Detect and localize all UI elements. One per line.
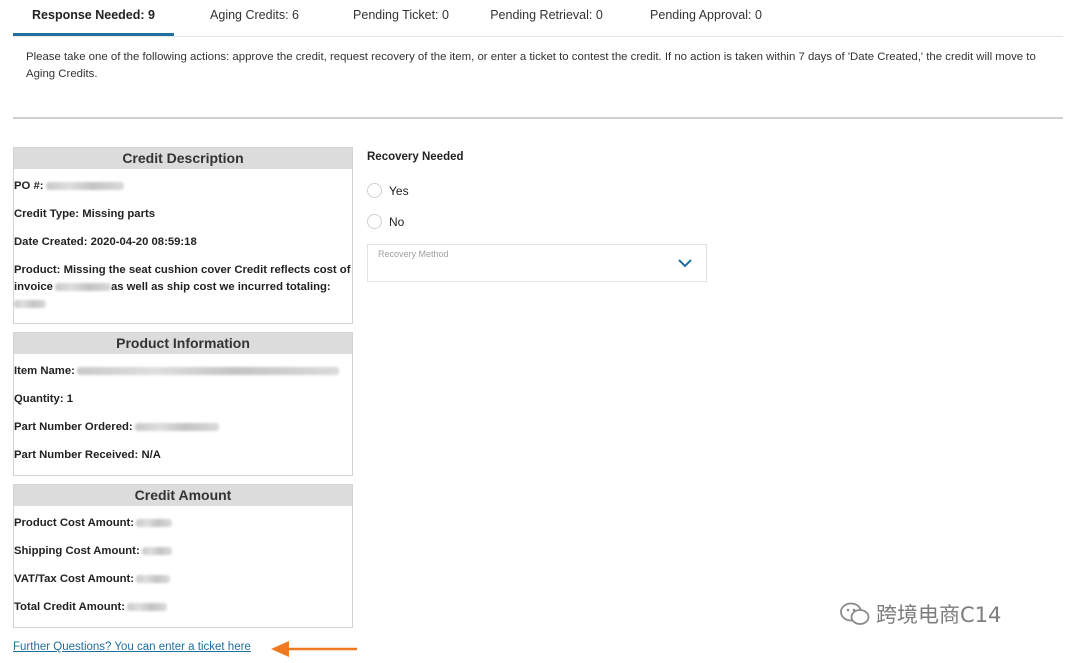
watermark: 跨境电商C14 [840, 599, 1001, 629]
recovery-needed-title: Recovery Needed [367, 151, 464, 163]
instructions-text: Please take one of the following actions… [26, 51, 1036, 80]
vat-cost-redacted [136, 575, 171, 584]
item-name-row: Item Name: [14, 363, 352, 380]
item-name-redacted [76, 367, 339, 376]
credit-type-row: Credit Type: Missing parts [14, 208, 156, 220]
tab-pending-approval[interactable]: Pending Approval: 0 [626, 0, 786, 36]
part-number-redacted [134, 423, 219, 432]
po-value-redacted [45, 182, 124, 191]
section-divider [13, 117, 1063, 119]
shipping-cost-row: Shipping Cost Amount: [14, 543, 352, 560]
tab-pending-retrieval[interactable]: Pending Retrieval: 0 [467, 0, 626, 36]
credit-amount-panel: Credit Amount Product Cost Amount: Shipp… [13, 484, 353, 628]
status-tabs: Response Needed: 9 Aging Credits: 6 Pend… [13, 0, 786, 36]
product-information-panel: Product Information Item Name: Quantity:… [13, 332, 353, 476]
shipping-cost-redacted [141, 547, 172, 556]
watermark-text: 跨境电商C14 [876, 603, 1002, 627]
date-created-row: Date Created: 2020-04-20 08:59:18 [14, 236, 197, 248]
product-cost-row: Product Cost Amount: [14, 515, 352, 532]
recovery-no-radio[interactable]: No [367, 214, 404, 229]
total-credit-row: Total Credit Amount: [14, 599, 352, 616]
chat-bubble-icon [840, 602, 870, 625]
recovery-method-select[interactable]: Recovery Method [367, 244, 707, 282]
part-ordered-row: Part Number Ordered: [14, 419, 352, 436]
invoice-redacted [54, 283, 111, 292]
product-description: Product: Missing the seat cushion cover … [14, 262, 352, 313]
further-questions-link[interactable]: Further Questions? You can enter a ticke… [13, 641, 251, 653]
recovery-yes-label: Yes [389, 183, 409, 198]
credit-description-title: Credit Description [14, 148, 352, 169]
quantity-row: Quantity: 1 [14, 393, 73, 405]
radio-circle[interactable] [367, 183, 382, 198]
tab-response-needed[interactable]: Response Needed: 9 [13, 0, 174, 36]
total-credit-redacted [127, 603, 168, 612]
product-cost-redacted [136, 519, 173, 528]
radio-circle[interactable] [367, 214, 382, 229]
arrow-left-icon [271, 641, 357, 657]
tab-pending-ticket[interactable]: Pending Ticket: 0 [335, 0, 467, 36]
recovery-method-placeholder: Recovery Method [378, 249, 449, 259]
tab-aging-credits[interactable]: Aging Credits: 6 [174, 0, 335, 36]
part-received-row: Part Number Received: N/A [14, 449, 161, 461]
recovery-no-label: No [389, 214, 405, 229]
credit-description-panel: Credit Description PO #: Credit Type: Mi… [13, 147, 353, 324]
chevron-down-icon[interactable] [678, 259, 692, 268]
recovery-yes-radio[interactable]: Yes [367, 183, 409, 198]
po-number-row: PO #: [14, 178, 352, 195]
total-redacted [14, 300, 46, 309]
product-information-title: Product Information [14, 333, 352, 354]
tab-divider [13, 36, 1063, 37]
vat-cost-row: VAT/Tax Cost Amount: [14, 571, 352, 588]
po-label: PO #: [14, 180, 44, 192]
credit-amount-title: Credit Amount [14, 485, 352, 506]
